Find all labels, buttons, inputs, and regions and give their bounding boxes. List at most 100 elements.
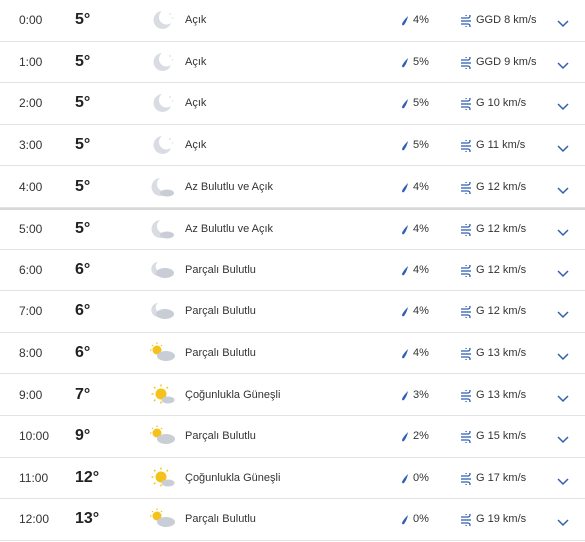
row-condition: Açık xyxy=(185,139,207,152)
forecast-row[interactable]: 8:00 6° Parçalı Bulutlu 4% G 13 km/s xyxy=(0,333,585,375)
moon-clear-icon xyxy=(148,91,176,115)
row-wind: G 17 km/s xyxy=(476,471,527,484)
row-temperature: 5° xyxy=(75,52,91,70)
precipitation-drop-icon xyxy=(401,264,409,276)
row-time: 7:00 xyxy=(19,304,43,319)
sun-mostly-icon xyxy=(148,383,176,407)
forecast-row[interactable]: 9:00 7° Çoğunlukla Güneşli 3% G 13 km/s xyxy=(0,374,585,416)
chevron-down-icon[interactable] xyxy=(556,431,570,444)
row-condition: Parçalı Bulutlu xyxy=(185,513,256,526)
forecast-row[interactable]: 0:00 5° Açık 4% GGD 8 km/s xyxy=(0,0,585,42)
moon-cloudy-icon xyxy=(148,299,176,323)
precipitation-drop-icon xyxy=(401,97,409,109)
wind-icon xyxy=(460,429,473,445)
forecast-row[interactable]: 11:00 12° Çoğunlukla Güneşli 0% G 17 km/… xyxy=(0,458,585,500)
forecast-row[interactable]: 6:00 6° Parçalı Bulutlu 4% G 12 km/s xyxy=(0,250,585,292)
forecast-row[interactable]: 12:00 13° Parçalı Bulutlu 0% G 19 km/s xyxy=(0,499,585,541)
row-wind: G 12 km/s xyxy=(476,223,527,236)
moon-cloud-icon xyxy=(148,217,176,241)
forecast-row[interactable]: 2:00 5° Açık 5% G 10 km/s xyxy=(0,83,585,125)
moon-clear-icon xyxy=(148,50,176,74)
moon-cloud-icon xyxy=(148,175,176,199)
chevron-down-icon[interactable] xyxy=(556,224,570,237)
row-temperature: 5° xyxy=(75,177,91,195)
forecast-row[interactable]: 1:00 5° Açık 5% GGD 9 km/s xyxy=(0,42,585,84)
row-condition: Açık xyxy=(185,55,207,68)
row-temperature: 12° xyxy=(75,468,100,486)
row-time: 10:00 xyxy=(19,429,50,444)
chevron-down-icon[interactable] xyxy=(556,57,570,69)
row-time: 0:00 xyxy=(19,13,43,28)
wind-icon xyxy=(460,346,473,362)
sun-cloud-icon xyxy=(148,341,176,365)
chevron-down-icon[interactable] xyxy=(556,182,570,194)
row-temperature: 5° xyxy=(75,220,91,238)
row-wind: GGD 9 km/s xyxy=(476,55,537,68)
row-wind: G 19 km/s xyxy=(476,513,527,526)
precipitation-drop-icon xyxy=(401,389,409,401)
chevron-down-icon[interactable] xyxy=(556,390,570,402)
chevron-down-icon[interactable] xyxy=(556,348,570,361)
row-condition: Açık xyxy=(185,97,207,110)
chevron-down-icon[interactable] xyxy=(556,306,570,319)
row-condition: Parçalı Bulutlu xyxy=(185,347,256,360)
row-temperature: 6° xyxy=(75,260,91,278)
row-time: 8:00 xyxy=(19,346,43,361)
forecast-row[interactable]: 7:00 6° Parçalı Bulutlu 4% G 12 km/s xyxy=(0,291,585,333)
wind-icon xyxy=(460,180,473,196)
moon-cloudy-icon xyxy=(148,258,176,282)
precipitation-drop-icon xyxy=(401,305,409,317)
row-condition: Parçalı Bulutlu xyxy=(185,430,256,443)
row-wind: G 12 km/s xyxy=(476,305,527,318)
chevron-down-icon[interactable] xyxy=(556,15,570,28)
precipitation-drop-icon xyxy=(401,181,409,193)
chevron-down-icon[interactable] xyxy=(556,473,570,485)
row-precipitation: 5% xyxy=(413,139,429,152)
row-wind: G 11 km/s xyxy=(476,139,526,152)
precipitation-drop-icon xyxy=(401,223,409,235)
chevron-down-icon[interactable] xyxy=(556,514,570,527)
row-precipitation: 4% xyxy=(413,223,429,236)
row-wind: G 12 km/s xyxy=(476,263,527,276)
chevron-down-icon[interactable] xyxy=(556,140,570,153)
row-precipitation: 4% xyxy=(413,14,429,27)
sun-cloud-icon xyxy=(148,424,176,448)
precipitation-drop-icon xyxy=(401,472,409,484)
row-temperature: 5° xyxy=(75,11,91,29)
row-time: 6:00 xyxy=(19,262,43,277)
chevron-down-icon[interactable] xyxy=(556,98,570,111)
row-time: 9:00 xyxy=(19,387,43,402)
sun-mostly-icon xyxy=(148,466,176,490)
row-temperature: 13° xyxy=(75,510,100,528)
row-wind: G 13 km/s xyxy=(476,388,527,401)
row-time: 1:00 xyxy=(19,54,43,69)
row-wind: G 12 km/s xyxy=(476,180,527,193)
row-condition: Parçalı Bulutlu xyxy=(185,263,256,276)
row-condition: Az Bulutlu ve Açık xyxy=(185,180,274,193)
wind-icon xyxy=(460,263,473,279)
row-temperature: 7° xyxy=(75,385,91,403)
row-condition: Parçalı Bulutlu xyxy=(185,305,256,318)
forecast-row[interactable]: 3:00 5° Açık 5% G 11 km/s xyxy=(0,125,585,167)
moon-clear-icon xyxy=(148,8,176,32)
row-time: 4:00 xyxy=(19,179,43,194)
row-wind: GGD 8 km/s xyxy=(476,14,537,27)
wind-icon xyxy=(460,471,473,487)
moon-clear-icon xyxy=(148,133,176,157)
precipitation-drop-icon xyxy=(401,513,409,525)
row-precipitation: 0% xyxy=(413,513,429,526)
row-precipitation: 5% xyxy=(413,97,429,110)
precipitation-drop-icon xyxy=(401,139,409,151)
row-precipitation: 4% xyxy=(413,180,429,193)
wind-icon xyxy=(460,96,473,113)
wind-icon xyxy=(460,512,473,529)
hourly-forecast-list: 0:00 5° Açık 4% GGD 8 km/s 1:00 5° Açık … xyxy=(0,0,585,541)
row-temperature: 6° xyxy=(75,302,91,320)
forecast-row[interactable]: 5:00 5° Az Bulutlu ve Açık 4% G 12 km/s xyxy=(0,207,585,250)
row-precipitation: 4% xyxy=(413,263,429,276)
forecast-row[interactable]: 4:00 5° Az Bulutlu ve Açık 4% G 12 km/s xyxy=(0,166,585,208)
chevron-down-icon[interactable] xyxy=(556,265,570,277)
forecast-row[interactable]: 10:00 9° Parçalı Bulutlu 2% G 15 km/s xyxy=(0,416,585,458)
row-temperature: 6° xyxy=(75,344,91,362)
row-condition: Açık xyxy=(185,14,207,27)
